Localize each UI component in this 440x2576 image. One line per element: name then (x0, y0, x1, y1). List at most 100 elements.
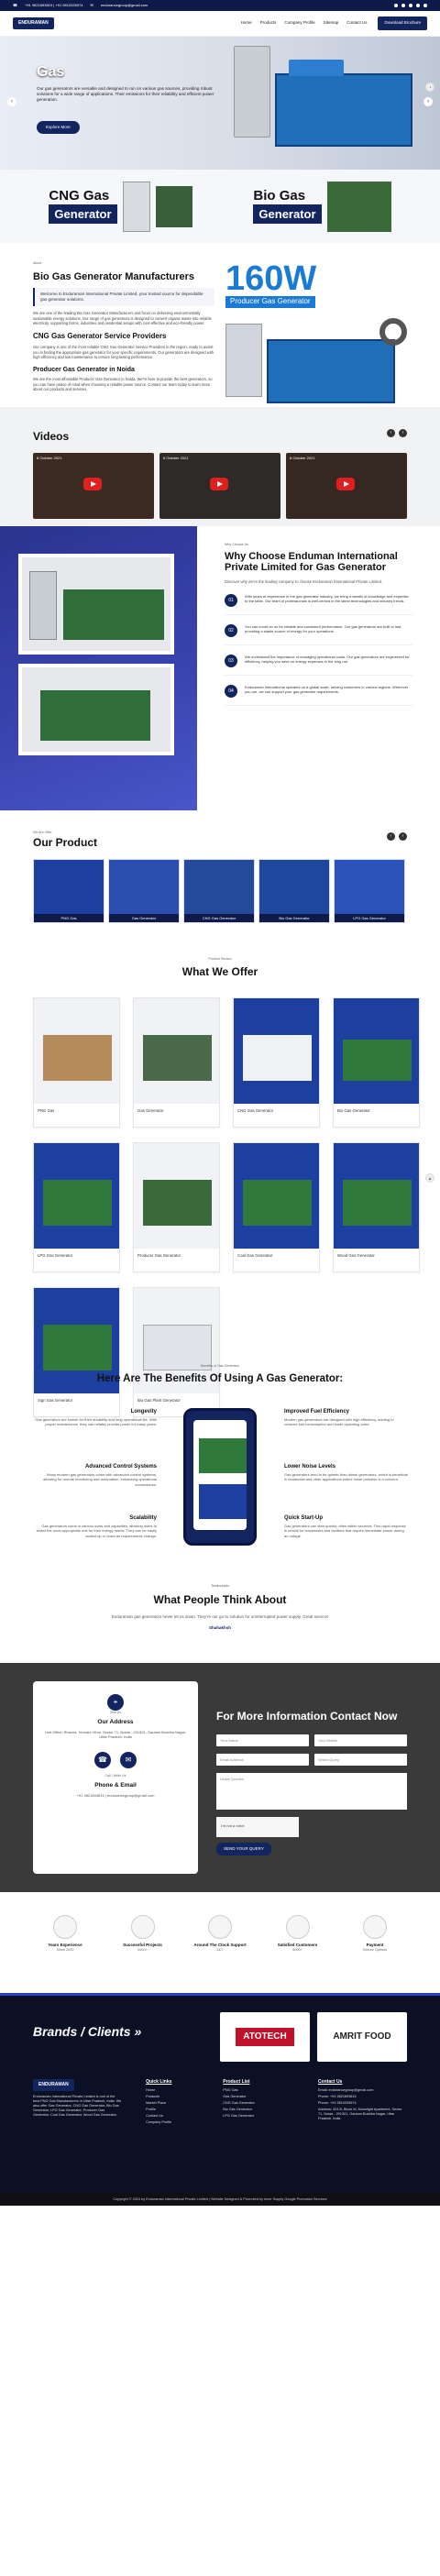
video-date: 8 October 2021 (37, 456, 62, 461)
floating-whatsapp-icon[interactable]: ◔ (425, 83, 434, 92)
hero-next-arrow-icon[interactable]: › (424, 97, 433, 106)
offer-card[interactable]: Producer Gas Generator (133, 1141, 220, 1272)
nav-item-sitemap[interactable]: Sitemap (324, 20, 339, 26)
product-card[interactable]: CNG Gas Generator (183, 858, 255, 923)
linkedin-icon[interactable] (416, 4, 420, 7)
mobile-input[interactable]: Your Mobile (314, 1734, 407, 1747)
why-text: We understand the importance of managing… (245, 654, 410, 665)
footer-link[interactable]: Market Place (146, 2101, 199, 2106)
footer-contact-line[interactable]: Email: endurancegroup@gmail.com (318, 2088, 407, 2093)
offer-card[interactable]: Wood Gas Generator (333, 1141, 420, 1272)
product-card[interactable]: Bio Gas Generator (258, 858, 330, 923)
footer-link[interactable]: Profile (146, 2108, 199, 2112)
offer-card[interactable]: Gas Generator (133, 996, 220, 1128)
address-text: Unit Office: Bhavna, Hemant Vihar, Secto… (45, 1729, 186, 1739)
phone-text[interactable]: +91 9821893815 | endurancegroup@gmail.co… (42, 1793, 189, 1798)
footer-link[interactable]: Bio Gas Generator (223, 2108, 294, 2112)
product-card[interactable]: Gas Generator (108, 858, 180, 923)
why-intro: Discover why we're the leading company t… (225, 579, 383, 585)
play-icon[interactable] (83, 478, 102, 491)
video-card[interactable]: 6 October 2021 (160, 453, 280, 520)
products-next-icon[interactable]: › (399, 831, 407, 841)
bio-generator-image (326, 181, 391, 232)
play-icon[interactable] (210, 478, 228, 491)
offer-label: Wood Gas Generator (337, 1252, 375, 1258)
benefits-title: Here Are The Benefits Of Using A Gas Gen… (96, 1372, 344, 1384)
nav-item-products[interactable]: Products (260, 20, 277, 26)
offer-image (34, 1142, 119, 1249)
video-card[interactable]: 8 October 2021 (33, 453, 154, 520)
generator-photo-2 (18, 663, 174, 755)
videos-prev-icon[interactable]: ‹ (387, 428, 395, 437)
captcha-checkbox[interactable]: I'm not a robot (216, 1817, 299, 1838)
support-icon (208, 1914, 232, 1939)
footer-link[interactable]: Home (146, 2088, 199, 2093)
product-card[interactable]: LPG Gas Generator (334, 858, 405, 923)
message-textarea[interactable]: Leave Queries (216, 1773, 407, 1811)
footer-link[interactable]: Gas Generator (223, 2095, 294, 2099)
video-list: 8 October 2021 6 October 2021 8 October … (33, 453, 407, 520)
footer-link[interactable]: LPG Gas Generator (223, 2114, 294, 2119)
explore-more-button[interactable]: Explore More (37, 121, 80, 135)
cng-banner-sub: Generator (49, 204, 117, 225)
products-prev-icon[interactable]: ‹ (387, 831, 395, 841)
brand-logo-atotech[interactable]: ATOTECH (220, 2011, 310, 2062)
download-brochure-button[interactable]: Download Brochure (378, 17, 427, 30)
nav-item-company-profile[interactable]: Company Profile (284, 20, 314, 26)
offer-card[interactable]: PNG Gas (33, 996, 120, 1128)
footer-link[interactable]: PNG Gas (223, 2088, 294, 2093)
benefits-section: Benefits of Gas Generator Here Are The B… (0, 1342, 440, 1562)
offer-image (334, 997, 419, 1104)
floating-scroll-icon[interactable]: ▴ (425, 1173, 434, 1183)
offer-card[interactable]: LPG Gas Generator (33, 1141, 120, 1272)
footer-link[interactable]: Products (146, 2095, 199, 2099)
brands-footer: Brands / Clients » ATOTECH AMRIT FOOD EN… (0, 1992, 440, 2206)
video-date: 6 October 2021 (163, 456, 189, 461)
play-icon[interactable] (336, 478, 355, 491)
name-input[interactable]: Your Name (216, 1734, 309, 1747)
panel-image (226, 324, 262, 397)
cng-banner-title: CNG Gas (49, 187, 110, 204)
facebook-icon[interactable] (394, 4, 398, 7)
brand-logo-amrit[interactable]: AMRIT FOOD (317, 2011, 407, 2062)
footer-link[interactable]: Company Profile (146, 2120, 199, 2125)
product-card[interactable]: PNG Gas (33, 858, 104, 923)
hero-prev-arrow-icon[interactable]: ‹ (7, 97, 16, 106)
offer-image (234, 997, 319, 1104)
site-logo[interactable]: ENDURAMAN (13, 17, 54, 29)
footer-link[interactable]: CNG Gas Generator (223, 2101, 294, 2106)
twitter-icon[interactable] (402, 4, 405, 7)
generator-banner: CNG Gas Generator Bio Gas Generator (0, 170, 440, 243)
stat-item: Satisfied Customers 5000+ (266, 1914, 330, 1975)
offer-label: LPG Gas Generator (38, 1252, 73, 1258)
offer-card[interactable]: Bio Gas Generator (333, 996, 420, 1128)
bio-banner[interactable]: Bio Gas Generator (253, 181, 391, 232)
offer-card[interactable]: CNG Gas Generator (233, 996, 320, 1128)
instagram-icon[interactable] (409, 4, 412, 7)
control-panel-image (234, 46, 270, 138)
nav-item-contact[interactable]: Contact Us (346, 20, 367, 26)
videos-next-icon[interactable]: › (399, 428, 407, 437)
email-input[interactable]: Email Address (216, 1754, 309, 1767)
footer-contact-line[interactable]: Phone: +91 9810335974 (318, 2101, 407, 2106)
footer-logo[interactable]: ENDURAMAN (33, 2078, 74, 2091)
topbar-email[interactable]: endurancegroup@gmail.com (101, 3, 148, 7)
stat-item: Payment Secure Options (343, 1914, 407, 1975)
footer-product-list: Product List PNG Gas Gas Generator CNG G… (223, 2079, 294, 2128)
product-label: Bio Gas Generator (259, 913, 329, 922)
video-card[interactable]: 8 October 2021 (286, 453, 407, 520)
testimonials-section: Testimonials What People Think About End… (0, 1562, 440, 1663)
hero-text: Our gas generators are versatile and des… (37, 86, 214, 103)
send-query-button[interactable]: SEND YOUR QUERY (216, 1843, 271, 1856)
benefit-title: Scalability (129, 1514, 157, 1521)
projects-icon (130, 1914, 155, 1939)
query-select[interactable]: Select Query (314, 1754, 407, 1767)
cng-banner[interactable]: CNG Gas Generator (49, 181, 192, 232)
topbar-phone[interactable]: +91 9821893815 | +91 9810335974 (25, 3, 83, 7)
contact-section: ⌖ Visit Us Our Address Unit Office: Bhav… (0, 1662, 440, 1892)
youtube-icon[interactable] (424, 4, 427, 7)
footer-contact-line[interactable]: Phone: +91 9821893815 (318, 2095, 407, 2099)
nav-item-home[interactable]: Home (241, 20, 252, 26)
footer-link[interactable]: Contact Us (146, 2114, 199, 2119)
offer-card[interactable]: Coal Gas Generator (233, 1141, 320, 1272)
